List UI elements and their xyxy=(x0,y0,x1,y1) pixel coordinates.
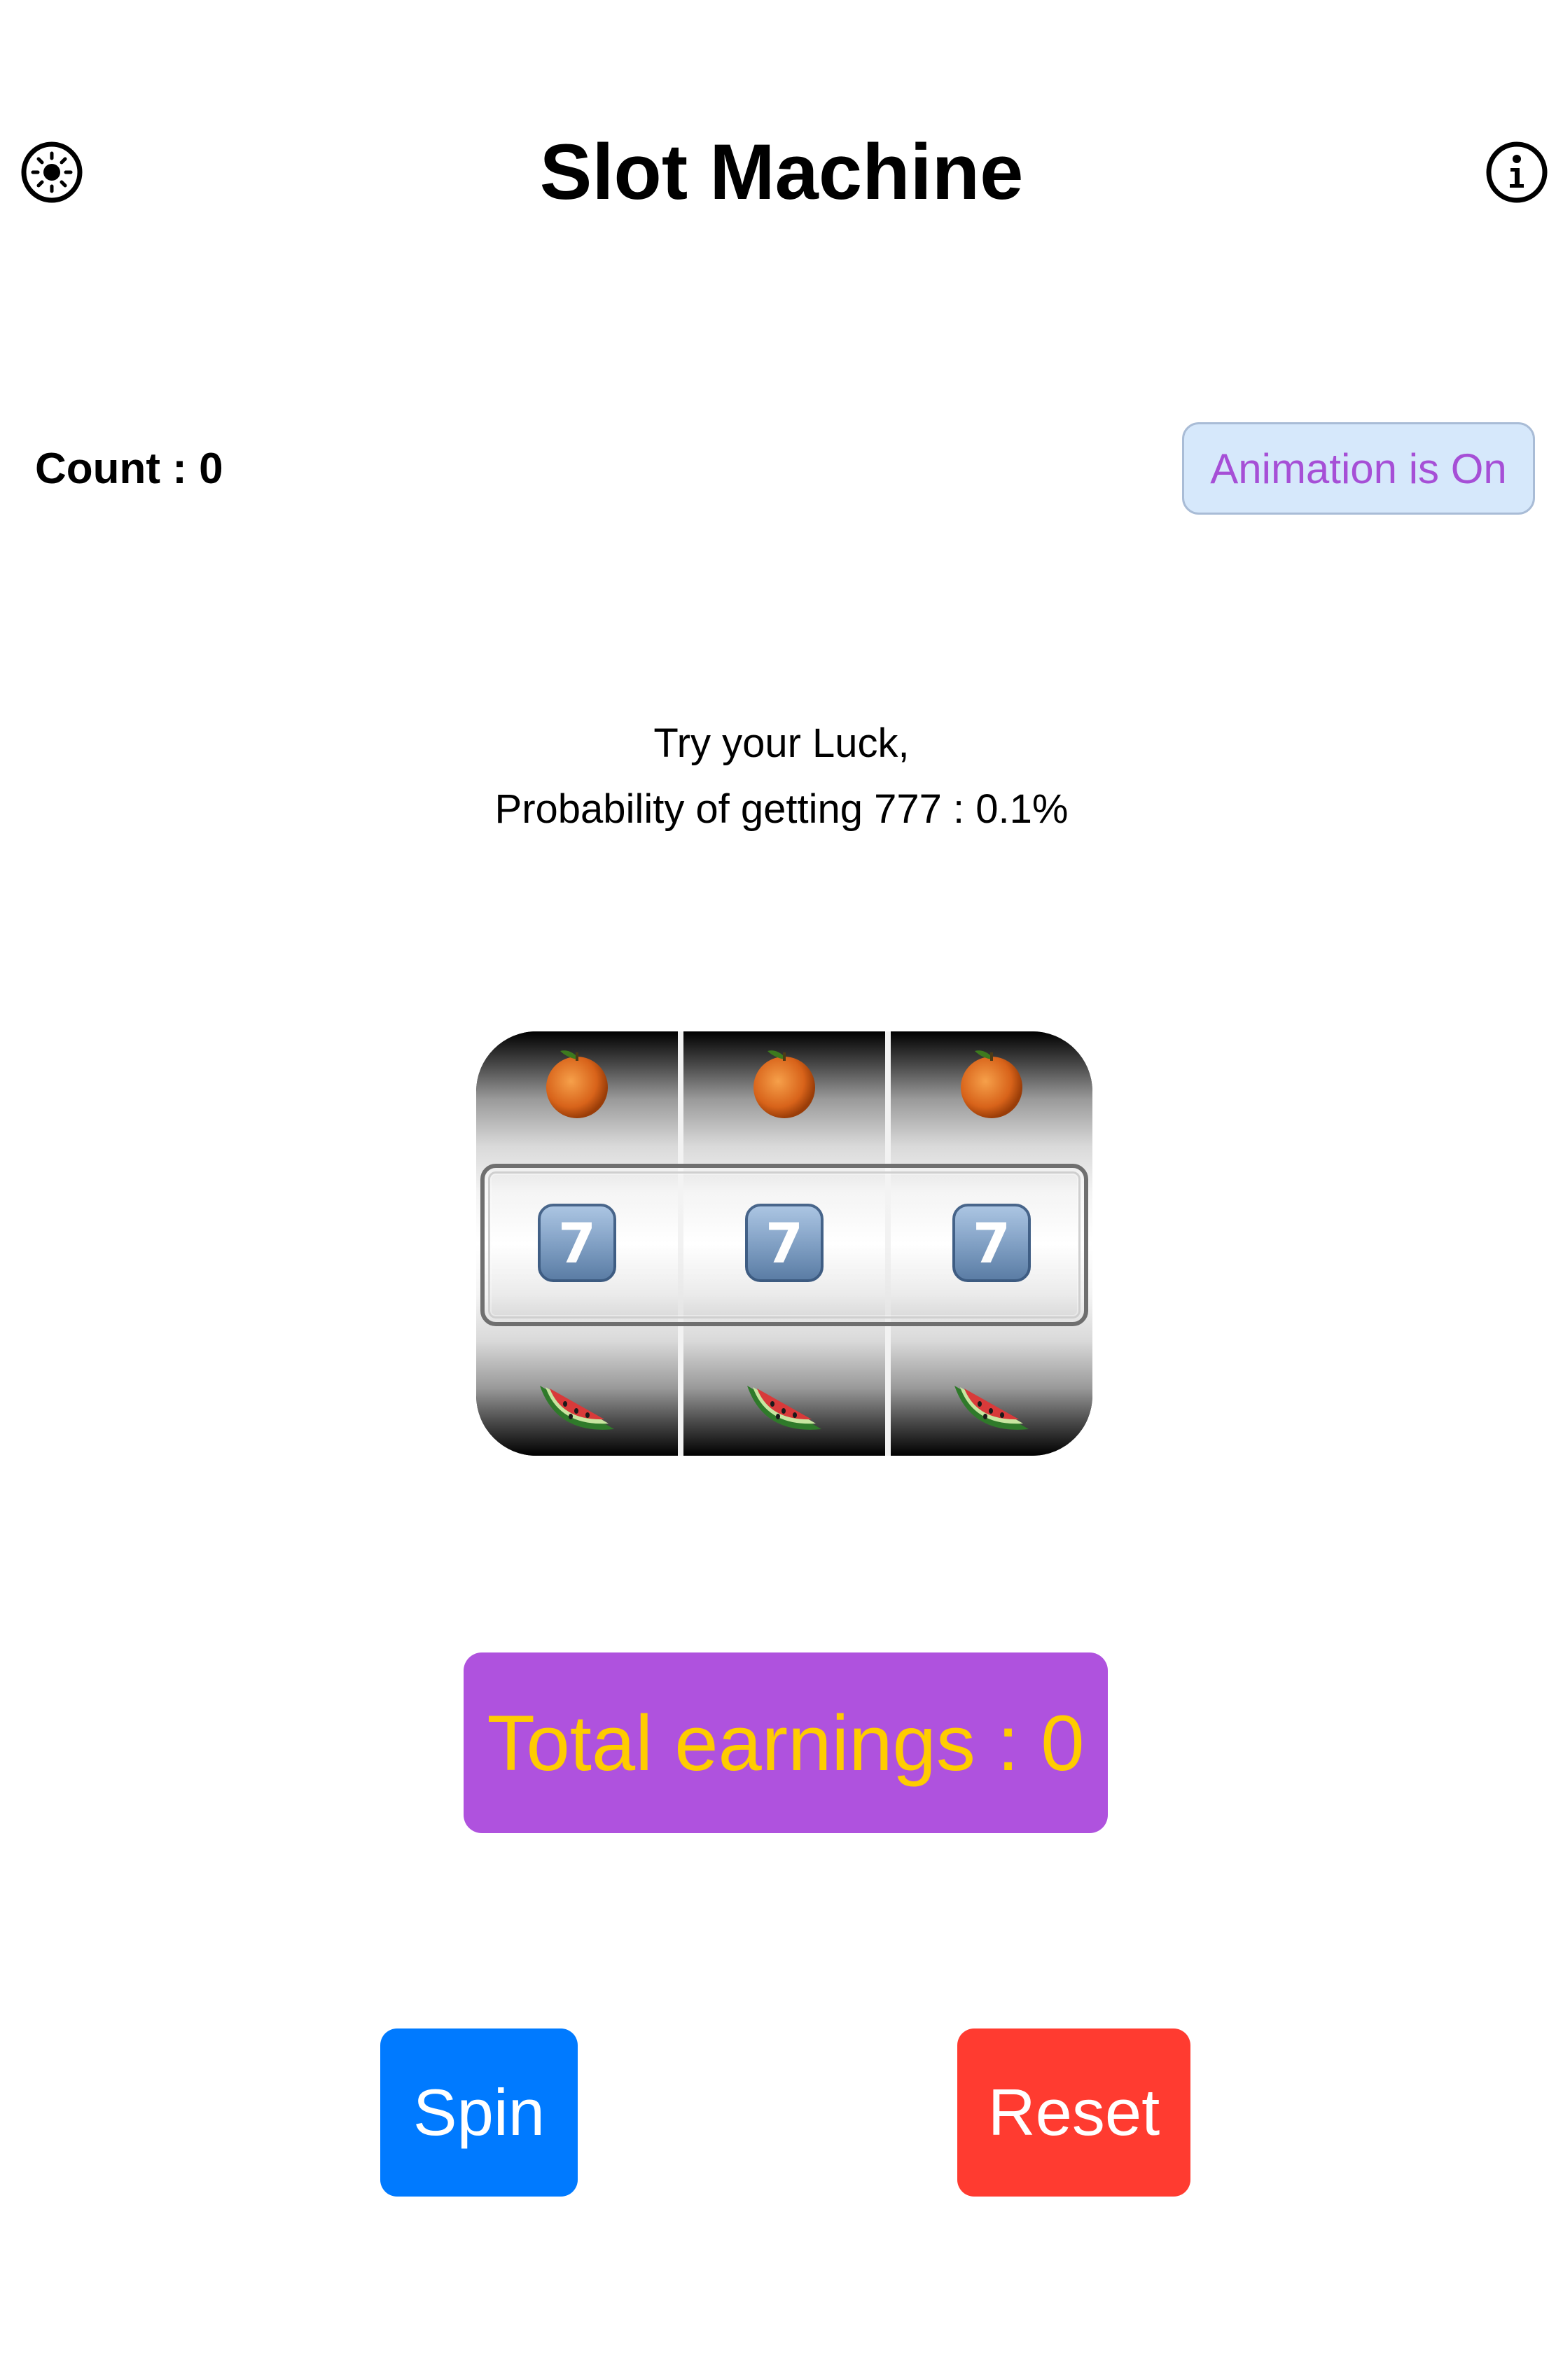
spin-count: Count : 0 xyxy=(35,445,223,493)
tagline-line-2: Probability of getting 777 : 0.1% xyxy=(494,786,1069,832)
tagline: Try your Luck, Probability of getting 77… xyxy=(0,711,1563,842)
payline-frame xyxy=(480,1164,1088,1326)
orange-icon xyxy=(753,1050,815,1118)
orange-icon xyxy=(546,1050,608,1118)
watermelon-icon xyxy=(540,1386,614,1430)
tagline-line-1: Try your Luck, xyxy=(653,721,910,766)
info-icon xyxy=(1486,141,1548,203)
animation-toggle-button[interactable]: Animation is On xyxy=(1182,422,1535,515)
spin-button[interactable]: Spin xyxy=(380,2028,578,2197)
reset-button[interactable]: Reset xyxy=(957,2028,1190,2197)
orange-icon xyxy=(961,1050,1022,1118)
info-button[interactable] xyxy=(1485,140,1549,204)
watermelon-icon xyxy=(954,1386,1029,1430)
watermelon-icon xyxy=(747,1386,821,1430)
page-title: Slot Machine xyxy=(539,128,1024,216)
total-earnings-banner: Total earnings : 0 xyxy=(464,1652,1108,1833)
